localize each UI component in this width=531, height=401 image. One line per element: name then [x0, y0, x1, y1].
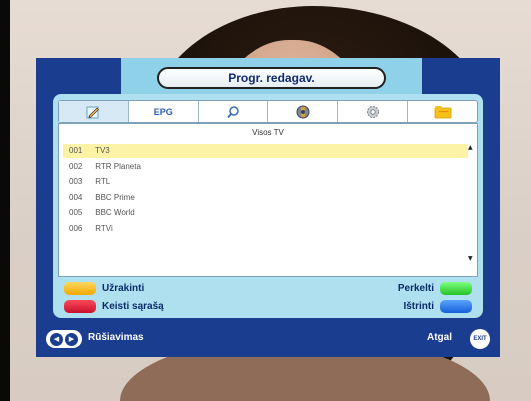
channel-number: 006 — [69, 223, 83, 233]
channel-name: TV3 — [95, 146, 110, 155]
tab-installation[interactable] — [268, 101, 339, 122]
arrow-left-icon: ◀ — [50, 332, 63, 346]
channel-name: BBC World — [95, 208, 135, 217]
blue-key-icon — [440, 300, 472, 313]
channel-row[interactable]: 005 BBC World — [63, 206, 468, 220]
menu-title: Progr. redagav. — [157, 67, 386, 89]
green-key-icon — [440, 282, 472, 295]
channel-name: RTVi — [95, 223, 113, 233]
red-key-icon — [64, 300, 96, 313]
left-right-button[interactable]: ◀ ▶ — [46, 330, 82, 348]
channel-name: RTL — [95, 177, 111, 186]
channel-row[interactable]: 001 TV3 — [63, 144, 468, 158]
tab-settings[interactable] — [338, 101, 409, 122]
epg-icon: EPG — [153, 106, 173, 117]
green-key-label: Perkelti — [397, 283, 434, 294]
channel-name: BBC Prime — [95, 192, 135, 202]
channel-list-box: Visos TV 001 TV3 002 RTR Planeta 003 RTL… — [58, 123, 478, 277]
back-hint: Atgal — [427, 332, 452, 343]
channel-list: 001 TV3 002 RTR Planeta 003 RTL 004 BBC … — [63, 144, 468, 237]
channel-row[interactable]: 003 RTL — [63, 175, 468, 189]
yellow-key-label: Užrakinti — [102, 283, 145, 294]
channel-number: 005 — [69, 208, 83, 217]
channel-number: 001 — [69, 146, 83, 155]
satellite-icon — [296, 105, 310, 118]
search-icon — [227, 105, 239, 118]
green-key-move[interactable]: Perkelti — [398, 282, 472, 295]
channel-row[interactable]: 002 RTR Planeta — [63, 160, 468, 174]
color-key-legend: Užrakinti Keisti sąrašą Perkelti Ištrint… — [58, 280, 478, 316]
bottom-hint-bar: ◀ ▶ Rūšiavimas Atgal EXIT — [36, 320, 500, 357]
sort-hint: Rūšiavimas — [88, 332, 144, 343]
channel-number: 004 — [69, 192, 83, 202]
tab-search[interactable] — [199, 101, 269, 122]
blue-key-label: Ištrinti — [403, 301, 434, 312]
red-key-change-list[interactable]: Keisti sąrašą — [64, 300, 164, 313]
channel-name: RTR Planeta — [95, 161, 141, 171]
channel-number: 003 — [69, 177, 83, 186]
yellow-key-lock[interactable]: Užrakinti — [64, 282, 144, 295]
list-scrollbar[interactable]: ▲ ▼ — [468, 144, 474, 262]
exit-button[interactable]: EXIT — [470, 329, 490, 349]
channel-number: 002 — [69, 161, 83, 171]
program-edit-osd-panel: Progr. redagav. EPG Visos TV 001 TV3 002… — [36, 58, 500, 357]
red-key-label: Keisti sąrašą — [102, 301, 164, 312]
tab-bar: EPG — [58, 100, 478, 123]
tab-edit[interactable] — [59, 101, 129, 122]
pencil-icon — [86, 106, 100, 118]
channel-row[interactable]: 006 RTVi — [63, 222, 468, 236]
blue-key-delete[interactable]: Ištrinti — [403, 300, 472, 313]
gear-icon — [366, 105, 379, 118]
main-content-box: EPG Visos TV 001 TV3 002 RTR Planeta 003… — [53, 94, 483, 318]
arrow-right-icon: ▶ — [65, 332, 78, 346]
scroll-up-arrow-icon[interactable]: ▲ — [468, 144, 473, 151]
channel-row[interactable]: 004 BBC Prime — [63, 191, 468, 205]
tab-media[interactable] — [408, 101, 477, 122]
yellow-key-icon — [64, 282, 96, 295]
scroll-down-arrow-icon[interactable]: ▼ — [468, 255, 473, 262]
list-title: Visos TV — [252, 128, 284, 137]
tab-epg[interactable]: EPG — [129, 101, 199, 122]
title-area: Progr. redagav. — [121, 58, 422, 94]
folder-icon — [434, 105, 451, 118]
